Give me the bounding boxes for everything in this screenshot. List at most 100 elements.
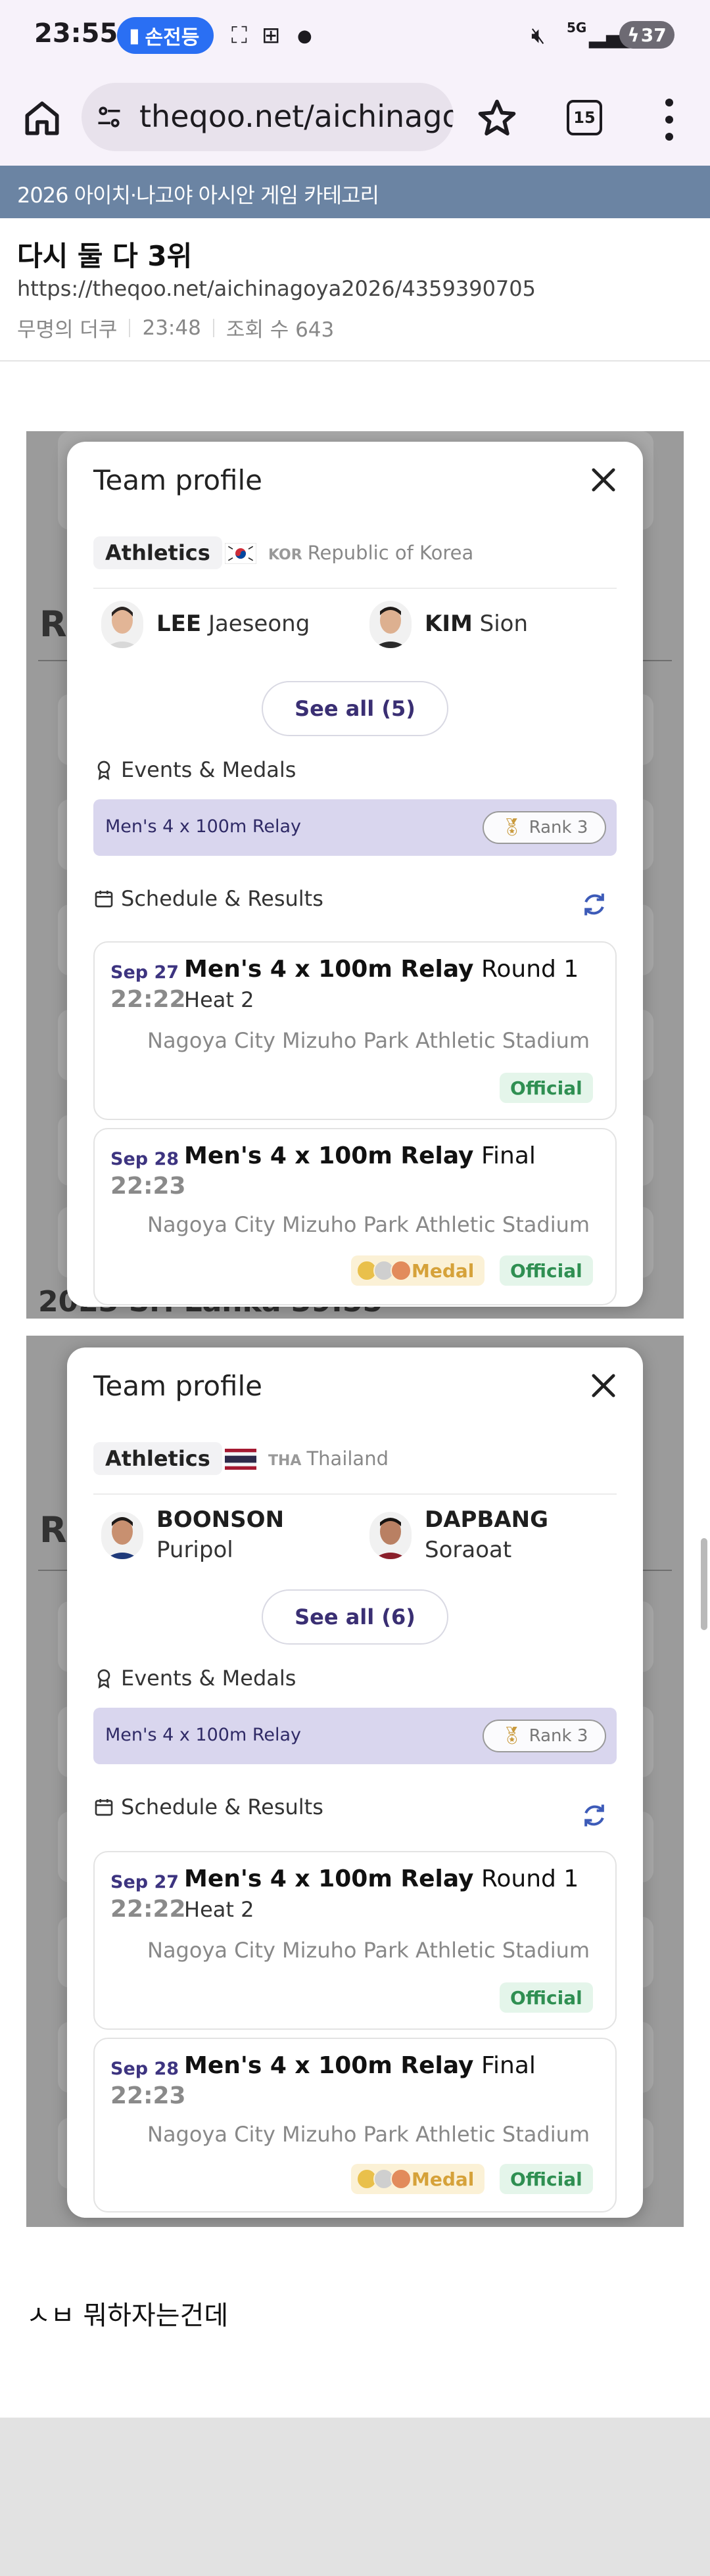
athlete-card[interactable]: DAPBANG Soraoat [369, 1505, 548, 1566]
see-all-button[interactable]: See all (5) [262, 681, 448, 736]
athlete-avatar [101, 1511, 143, 1559]
result-event: Men's 4 x 100m Relay Round 1 [184, 956, 579, 983]
official-badge: Official [500, 1255, 593, 1286]
result-time: 22:23 [110, 2082, 186, 2109]
result-card[interactable]: Sep 28 22:23 Men's 4 x 100m Relay Final … [93, 1128, 617, 1305]
result-heat: Heat 2 [184, 987, 254, 1012]
result-date: Sep 27 [110, 1872, 179, 1892]
result-date: Sep 27 [110, 962, 179, 983]
dot-icon: ● [297, 26, 312, 46]
medal-coins-icon [356, 1260, 412, 1281]
divider [93, 1493, 617, 1495]
medal-event-row[interactable]: Men's 4 x 100m Relay 🏅︎ Rank 3 [93, 799, 617, 856]
charging-icon: ϟ [627, 24, 640, 46]
meta-divider [129, 318, 131, 337]
athlete-avatar [369, 601, 412, 648]
refresh-icon[interactable] [580, 890, 609, 919]
result-venue: Nagoya City Mizuho Park Athletic Stadium [147, 2122, 590, 2147]
rank-badge: 🏅︎ Rank 3 [483, 1720, 606, 1752]
sport-tag: Athletics [93, 536, 222, 569]
address-bar[interactable]: theqoo.net/aichinago [82, 83, 454, 151]
result-time: 22:23 [110, 1173, 186, 1200]
result-card[interactable]: Sep 28 22:23 Men's 4 x 100m Relay Final … [93, 2038, 617, 2213]
category-banner[interactable]: 2026 아이치·나고야 아시안 게임 카테고리 [0, 166, 710, 218]
bronze-medal-icon: 🏅︎ [500, 1726, 523, 1746]
mute-icon: 🔇︎ [531, 22, 546, 49]
close-icon[interactable] [586, 463, 621, 497]
bookmark-star-icon[interactable] [475, 96, 519, 141]
country-name: Republic of Korea [307, 542, 474, 564]
medal-event-row[interactable]: Men's 4 x 100m Relay 🏅︎ Rank 3 [93, 1708, 617, 1764]
result-card[interactable]: Sep 27 22:22 Men's 4 x 100m Relay Round … [93, 1851, 617, 2030]
refresh-icon[interactable] [580, 1801, 609, 1830]
clock: 23:55 [34, 18, 118, 49]
country-code: THA [268, 1453, 302, 1469]
battery-level: 37 [640, 24, 667, 46]
close-icon[interactable] [586, 1369, 621, 1403]
screenshot-icon: ⛶ [231, 22, 247, 49]
team-profile-modal: Team profile Athletics THA Thailand BOONS… [67, 1347, 643, 2218]
result-time: 22:22 [110, 986, 186, 1013]
result-card[interactable]: Sep 27 22:22 Men's 4 x 100m Relay Round … [93, 941, 617, 1120]
post-body-text: ㅅㅂ 뭐하자는건데 [26, 2301, 229, 2331]
result-event: Men's 4 x 100m Relay Round 1 [184, 1865, 579, 1892]
thailand-flag-icon [225, 1449, 256, 1470]
medal-badge: Medal [351, 1255, 485, 1286]
meta-divider [212, 318, 214, 337]
home-icon[interactable] [20, 96, 64, 141]
events-medals-heading: Events & Medals [93, 1666, 296, 1691]
result-time: 22:22 [110, 1896, 186, 1923]
athlete-name: KIM Sion [425, 611, 529, 638]
result-venue: Nagoya City Mizuho Park Athletic Stadium [147, 1212, 590, 1237]
official-badge: Official [500, 1073, 593, 1103]
medal-event-name: Men's 4 x 100m Relay [105, 1725, 302, 1745]
embedded-screenshot-korea: R 2023 Sri Lanka 39.55 Team profile Athl… [26, 431, 684, 1319]
result-venue: Nagoya City Mizuho Park Athletic Stadium [147, 1938, 590, 1963]
flashlight-pill[interactable]: ▮ 손전등 [117, 17, 214, 54]
url-text[interactable]: theqoo.net/aichinago [139, 99, 454, 134]
site-settings-icon[interactable] [95, 103, 124, 131]
background-heading: R [39, 1509, 67, 1551]
result-date: Sep 28 [110, 2059, 179, 2079]
scan-icon: ⊞ [262, 22, 281, 49]
medal-event-name: Men's 4 x 100m Relay [105, 816, 302, 837]
rank-badge: 🏅︎ Rank 3 [483, 811, 606, 844]
schedule-results-heading: Schedule & Results [93, 1794, 323, 1819]
scrollbar-thumb[interactable] [701, 1538, 707, 1630]
country-label: THA Thailand [268, 1447, 389, 1470]
more-menu-icon[interactable] [657, 99, 681, 141]
schedule-results-heading: Schedule & Results [93, 886, 323, 911]
result-venue: Nagoya City Mizuho Park Athletic Stadium [147, 1028, 590, 1053]
country-label: KOR Republic of Korea [268, 542, 473, 564]
tab-switcher-button[interactable]: 15 [567, 100, 602, 135]
post-author: 무명의 더쿠 [17, 318, 118, 342]
embedded-screenshot-thailand: R Team profile Athletics THA Thailand BOO… [26, 1336, 684, 2227]
athlete-card[interactable]: LEE Jaeseong [101, 601, 310, 648]
modal-title: Team profile [93, 1370, 263, 1402]
events-medals-heading: Events & Medals [93, 757, 296, 782]
athlete-avatar [101, 601, 143, 648]
medal-badge: Medal [351, 2164, 485, 2194]
browser-toolbar: theqoo.net/aichinago 15 [0, 74, 710, 166]
result-event: Men's 4 x 100m Relay Final [184, 2052, 536, 2079]
athlete-card[interactable]: KIM Sion [369, 601, 528, 648]
country-name: Thailand [306, 1447, 389, 1470]
medal-icon [97, 1669, 110, 1689]
post-url[interactable]: https://theqoo.net/aichinagoya2026/43593… [17, 276, 536, 301]
official-badge: Official [500, 2164, 593, 2194]
result-heat: Heat 2 [184, 1897, 254, 1922]
athlete-avatar [369, 1511, 412, 1559]
medal-coins-icon [356, 2168, 412, 2190]
team-profile-modal: Team profile Athletics KOR Republic of Ko… [67, 442, 643, 1307]
athlete-name: BOONSON Puripol [156, 1507, 285, 1563]
calendar-icon [95, 891, 113, 908]
divider [0, 360, 710, 362]
battery-indicator: ϟ 37 [619, 21, 674, 49]
status-bar: 23:55 ▮ 손전등 ⛶ ⊞ ● 🔇︎ 5G ▂▄▆ ϟ 37 [0, 0, 710, 74]
see-all-button[interactable]: See all (6) [262, 1589, 448, 1645]
flashlight-label: 손전등 [145, 26, 200, 49]
post-title: 다시 둘 다 3위 [17, 240, 193, 272]
athlete-card[interactable]: BOONSON Puripol [101, 1505, 284, 1566]
result-date: Sep 28 [110, 1149, 179, 1169]
country-code: KOR [268, 547, 302, 563]
